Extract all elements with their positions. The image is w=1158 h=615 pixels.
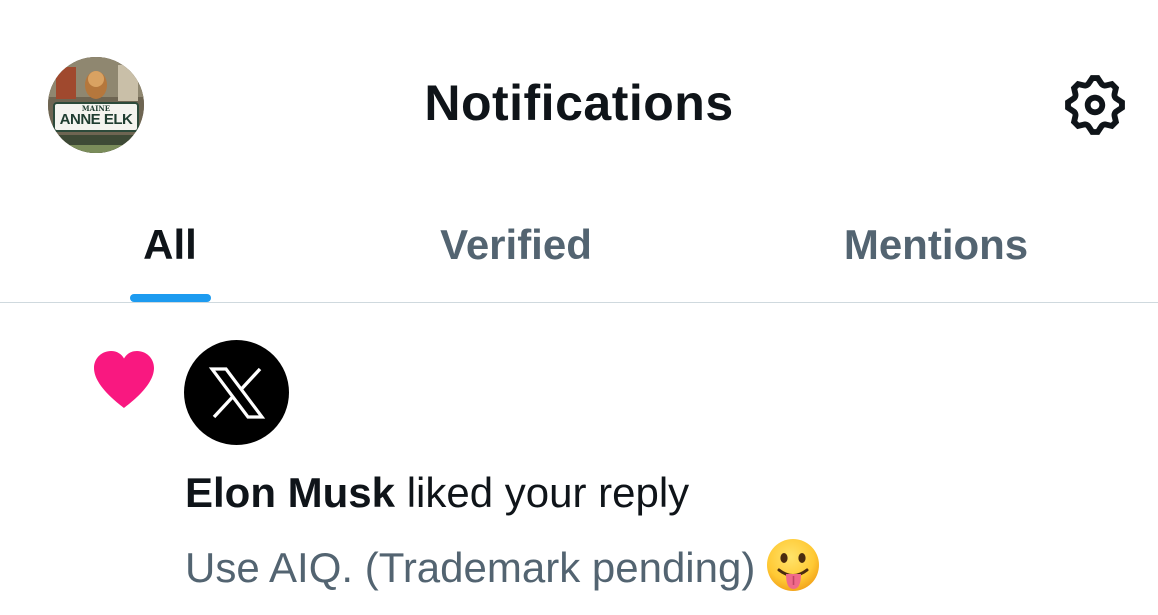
notification-item[interactable]: Elon Musk liked your reply Use AIQ. (Tra…	[0, 303, 1158, 615]
reply-preview: Use AIQ. (Trademark pending)	[185, 539, 821, 599]
page-title: Notifications	[424, 75, 734, 131]
top-bar: MAINE ANNE ELK Notifications	[0, 0, 1158, 200]
heart-icon	[92, 351, 156, 409]
action-text: liked your reply	[395, 469, 690, 516]
tongue-out-emoji	[765, 537, 821, 593]
notification-tabs: All Verified Mentions	[0, 200, 1158, 302]
settings-button[interactable]	[1060, 70, 1130, 140]
reply-text: Use AIQ. (Trademark pending)	[185, 544, 756, 592]
actor-name[interactable]: Elon Musk	[185, 469, 395, 516]
tab-mentions[interactable]: Mentions	[826, 210, 1046, 280]
tab-verified[interactable]: Verified	[416, 210, 616, 280]
x-logo-icon	[208, 366, 265, 419]
actor-avatar[interactable]	[184, 340, 289, 445]
notification-text: Elon Musk liked your reply	[185, 469, 689, 517]
gear-icon	[1065, 75, 1125, 135]
active-tab-indicator	[130, 294, 211, 302]
tab-all[interactable]: All	[110, 210, 230, 280]
